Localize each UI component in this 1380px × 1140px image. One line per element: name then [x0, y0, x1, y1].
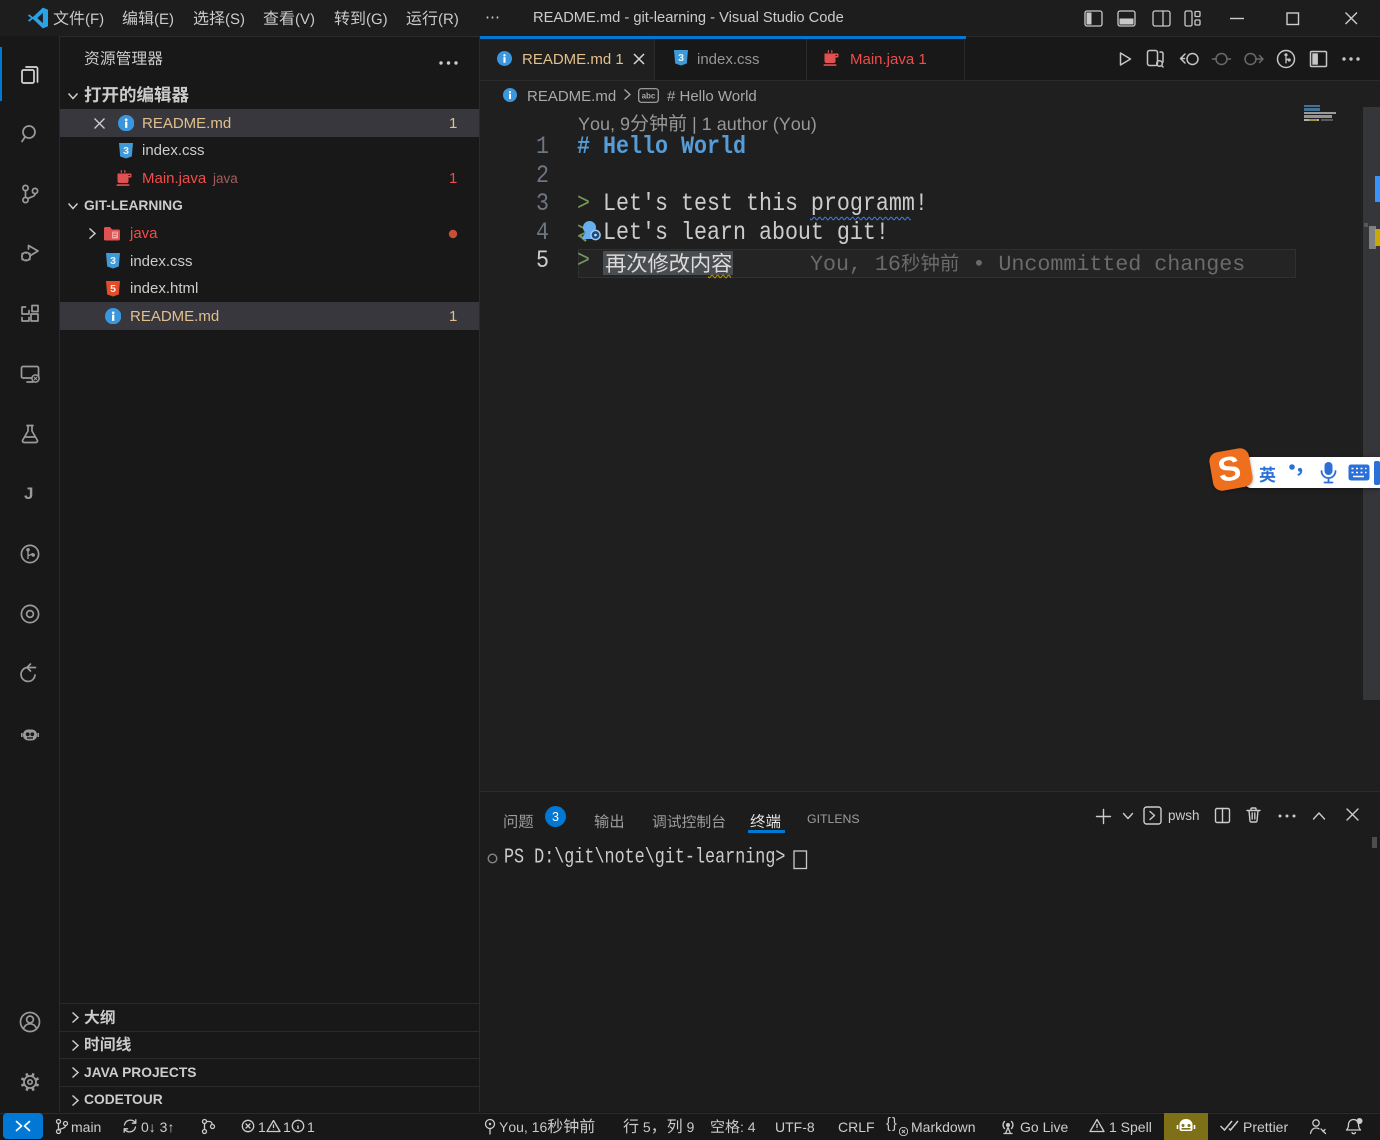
- svg-text:5: 5: [110, 283, 116, 295]
- svg-text:abc: abc: [642, 91, 656, 100]
- svg-text:3: 3: [678, 52, 684, 64]
- svg-text:3: 3: [552, 809, 559, 823]
- svg-text:3: 3: [110, 255, 116, 267]
- svg-text:3: 3: [123, 145, 129, 157]
